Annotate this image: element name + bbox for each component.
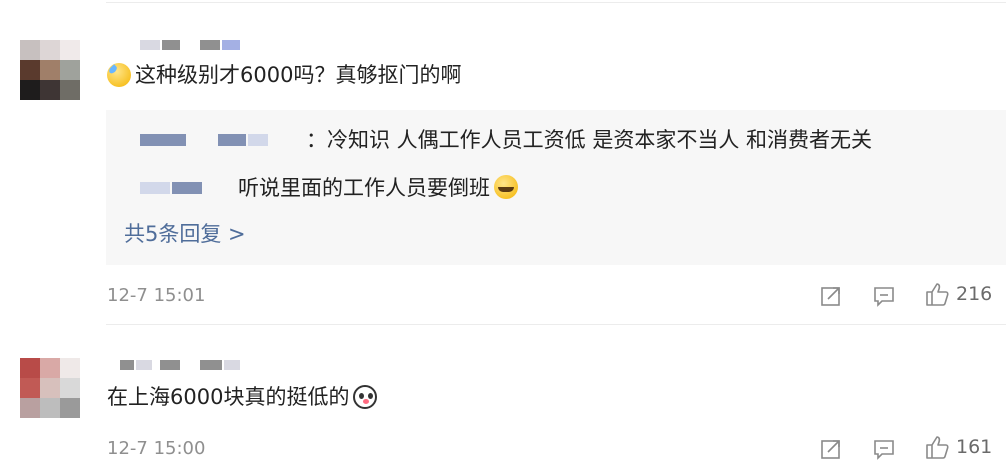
replies-box[interactable]: ：冷知识 人偶工作人员工资低 是资本家不当人 和消费者无关 听说里面的工作人员要… (106, 110, 1006, 265)
share-button[interactable] (819, 437, 843, 461)
comment-icon (874, 440, 894, 460)
like-count: 161 (956, 436, 993, 458)
top-divider (106, 2, 1006, 3)
comment-text: 在上海6000块真的挺低的 (107, 382, 381, 412)
like-button[interactable]: 216 (924, 281, 992, 307)
username-blurred[interactable] (140, 40, 240, 52)
like-icon (926, 436, 949, 459)
comment-button[interactable] (872, 437, 896, 461)
comment-divider (106, 324, 1006, 325)
like-icon (926, 283, 949, 306)
timestamp: 12-7 15:00 (107, 438, 206, 459)
timestamp: 12-7 15:01 (107, 285, 206, 306)
comment-text: 这种级别才6000吗？真够抠门的啊 (107, 60, 461, 90)
avatar[interactable] (20, 358, 80, 418)
username-blurred[interactable] (120, 360, 240, 372)
reply-username-blurred[interactable] (106, 128, 306, 150)
sweat-emoji-icon (107, 63, 131, 87)
cry-laugh-emoji-icon (494, 175, 518, 199)
reply-item[interactable]: 听说里面的工作人员要倒班 (106, 172, 522, 202)
comment-icon (874, 287, 894, 307)
more-replies-link[interactable]: 共5条回复 > (124, 218, 246, 248)
panda-emoji-icon (353, 385, 378, 409)
avatar[interactable] (20, 40, 80, 100)
share-icon (821, 440, 840, 459)
reply-item[interactable]: ：冷知识 人偶工作人员工资低 是资本家不当人 和消费者无关 (106, 124, 872, 154)
reply-username-blurred[interactable] (106, 176, 238, 198)
comment-button[interactable] (872, 284, 896, 308)
share-button[interactable] (819, 284, 843, 308)
like-button[interactable]: 161 (924, 434, 992, 460)
share-icon (821, 287, 840, 306)
like-count: 216 (956, 283, 993, 305)
